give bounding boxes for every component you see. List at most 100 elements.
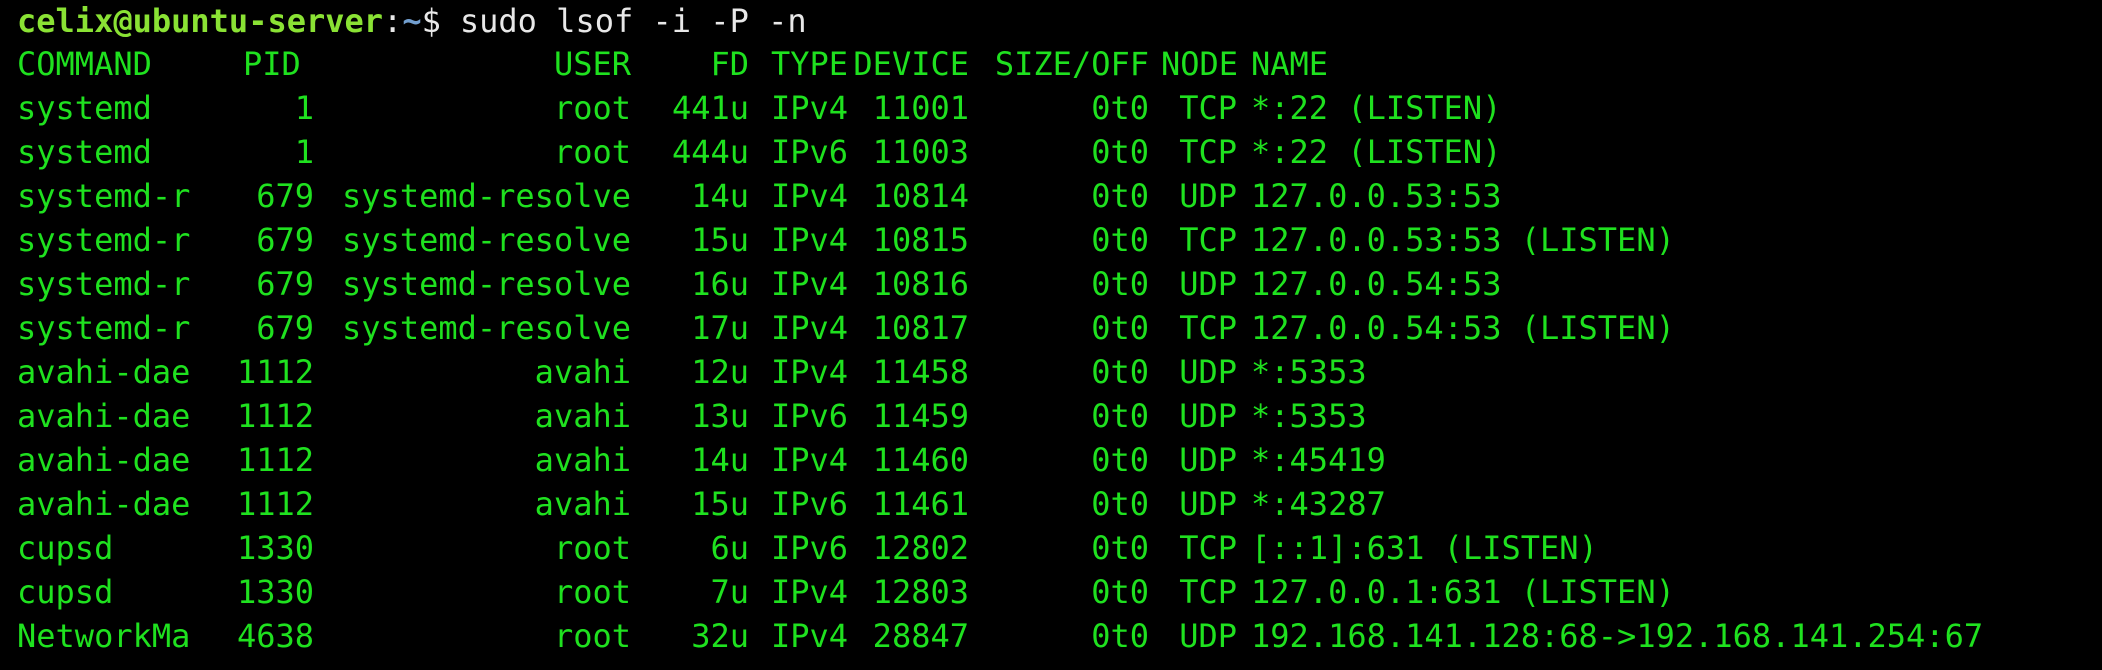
cell-command: systemd xyxy=(17,89,152,127)
table-row: systemd-r 679 systemd-resolve 14u IPv4 10814 0… xyxy=(17,174,2102,218)
cell-pid: 1112 xyxy=(236,485,314,523)
cell-size: 0t0 xyxy=(1091,177,1149,215)
cell-command: systemd-r xyxy=(17,265,191,303)
table-row: avahi-dae 1112 avahi 12u IPv4 11458 0t0 UDP *:53… xyxy=(17,350,2102,394)
cell-type: IPv6 xyxy=(770,397,848,435)
cell-node: UDP xyxy=(1179,441,1237,479)
cell-user: avahi xyxy=(534,485,631,523)
cell-fd: 444u xyxy=(671,133,749,171)
cell-pid: 1112 xyxy=(236,441,314,479)
cell-node: UDP xyxy=(1179,617,1237,655)
cell-pid: 679 xyxy=(256,309,314,347)
header-name: NAME xyxy=(1251,45,1329,83)
cell-type: IPv4 xyxy=(770,177,848,215)
cell-device: 11458 xyxy=(872,353,969,391)
cell-name: *:5353 xyxy=(1251,397,1367,435)
header-device: DEVICE xyxy=(853,45,969,83)
cell-type: IPv4 xyxy=(770,221,848,259)
prompt-user-host: celix@ubuntu-server xyxy=(17,2,384,40)
cell-size: 0t0 xyxy=(1091,353,1149,391)
cell-device: 28847 xyxy=(872,617,969,655)
cell-type: IPv4 xyxy=(770,441,848,479)
cell-name: 127.0.0.53:53 (LISTEN) xyxy=(1251,221,1675,259)
cell-type: IPv4 xyxy=(770,309,848,347)
cell-pid: 679 xyxy=(256,265,314,303)
cell-name: 127.0.0.54:53 (LISTEN) xyxy=(1251,309,1675,347)
cell-pid: 1330 xyxy=(236,529,314,567)
header-node: NODE xyxy=(1161,45,1237,83)
prompt-dollar: $ xyxy=(421,2,441,40)
cell-node: TCP xyxy=(1179,529,1237,567)
cell-node: UDP xyxy=(1179,353,1237,391)
cell-size: 0t0 xyxy=(1091,265,1149,303)
table-row: systemd-r 679 systemd-resolve 15u IPv4 10815 0… xyxy=(17,218,2102,262)
cell-user: avahi xyxy=(534,397,631,435)
table-row: cupsd 1330 root 6u IPv6 12802 0t0 TCP [::1]:631 … xyxy=(17,526,2102,570)
table-row: systemd 1 root 444u IPv6 11003 0t0 TCP *:22 (LIS… xyxy=(17,130,2102,174)
cell-name: [::1]:631 (LISTEN) xyxy=(1251,529,1598,567)
cell-type: IPv4 xyxy=(770,353,848,391)
cell-user: systemd-resolve xyxy=(342,177,631,215)
cell-size: 0t0 xyxy=(1091,529,1149,567)
lsof-output-rows: systemd 1 root 441u IPv4 11001 0t0 TCP *:22 (LIS… xyxy=(17,86,2102,658)
cell-name: 127.0.0.53:53 xyxy=(1251,177,1502,215)
cell-command: systemd-r xyxy=(17,177,191,215)
prompt-colon: : xyxy=(383,2,403,40)
table-header: COMMAND PID USER FD TYPE DEVICE SIZE/OFF… xyxy=(17,42,2102,86)
cell-device: 11001 xyxy=(872,89,969,127)
cell-command: cupsd xyxy=(17,529,114,567)
cell-node: UDP xyxy=(1179,397,1237,435)
cell-command: NetworkMa xyxy=(17,617,191,655)
cell-node: TCP xyxy=(1179,89,1237,127)
cell-name: 192.168.141.128:68->192.168.141.254:67 xyxy=(1251,617,1984,655)
cell-fd: 15u xyxy=(691,221,749,259)
cell-device: 10816 xyxy=(872,265,969,303)
table-row: NetworkMa 4638 root 32u IPv4 28847 0t0 UDP 192.1… xyxy=(17,614,2102,658)
cell-name: *:45419 xyxy=(1251,441,1386,479)
cell-command: cupsd xyxy=(17,573,114,611)
cell-size: 0t0 xyxy=(1091,397,1149,435)
header-fd: FD xyxy=(710,45,749,83)
cell-size: 0t0 xyxy=(1091,89,1149,127)
prompt-path: ~ xyxy=(402,2,422,40)
cell-command: avahi-dae xyxy=(17,397,191,435)
cell-device: 12802 xyxy=(872,529,969,567)
cell-fd: 15u xyxy=(691,485,749,523)
cell-user: root xyxy=(553,89,631,127)
cell-size: 0t0 xyxy=(1091,133,1149,171)
table-row: avahi-dae 1112 avahi 13u IPv6 11459 0t0 UDP *:53… xyxy=(17,394,2102,438)
header-size-off: SIZE/OFF xyxy=(994,45,1149,83)
cell-device: 10815 xyxy=(872,221,969,259)
cell-node: UDP xyxy=(1179,177,1237,215)
cell-type: IPv4 xyxy=(770,265,848,303)
cell-pid: 679 xyxy=(256,221,314,259)
cell-device: 11003 xyxy=(872,133,969,171)
table-row: systemd-r 679 systemd-resolve 17u IPv4 10817 0… xyxy=(17,306,2102,350)
cell-name: *:43287 xyxy=(1251,485,1386,523)
cell-fd: 32u xyxy=(691,617,749,655)
cell-fd: 14u xyxy=(691,177,749,215)
cell-fd: 17u xyxy=(691,309,749,347)
cell-name: *:22 (LISTEN) xyxy=(1251,133,1502,171)
cell-command: systemd-r xyxy=(17,309,191,347)
cell-pid: 1112 xyxy=(236,397,314,435)
cell-device: 10814 xyxy=(872,177,969,215)
cell-type: IPv4 xyxy=(770,617,848,655)
cell-device: 11461 xyxy=(872,485,969,523)
header-user: USER xyxy=(553,45,631,83)
cell-user: systemd-resolve xyxy=(342,309,631,347)
terminal-window[interactable]: celix@ubuntu-server: ~ $ sudo lsof -i -P -n… xyxy=(0,0,2102,670)
prompt-line: celix@ubuntu-server: ~ $ sudo lsof -i -P -n xyxy=(17,0,2102,42)
cell-user: root xyxy=(553,529,631,567)
cell-name: 127.0.0.1:631 (LISTEN) xyxy=(1251,573,1675,611)
cell-user: root xyxy=(553,133,631,171)
cell-device: 11460 xyxy=(872,441,969,479)
cell-size: 0t0 xyxy=(1091,617,1149,655)
cell-type: IPv6 xyxy=(770,529,848,567)
cell-pid: 1 xyxy=(294,89,314,127)
cell-user: systemd-resolve xyxy=(342,265,631,303)
cell-size: 0t0 xyxy=(1091,221,1149,259)
cell-fd: 14u xyxy=(691,441,749,479)
cell-fd: 441u xyxy=(671,89,749,127)
cell-type: IPv4 xyxy=(770,573,848,611)
